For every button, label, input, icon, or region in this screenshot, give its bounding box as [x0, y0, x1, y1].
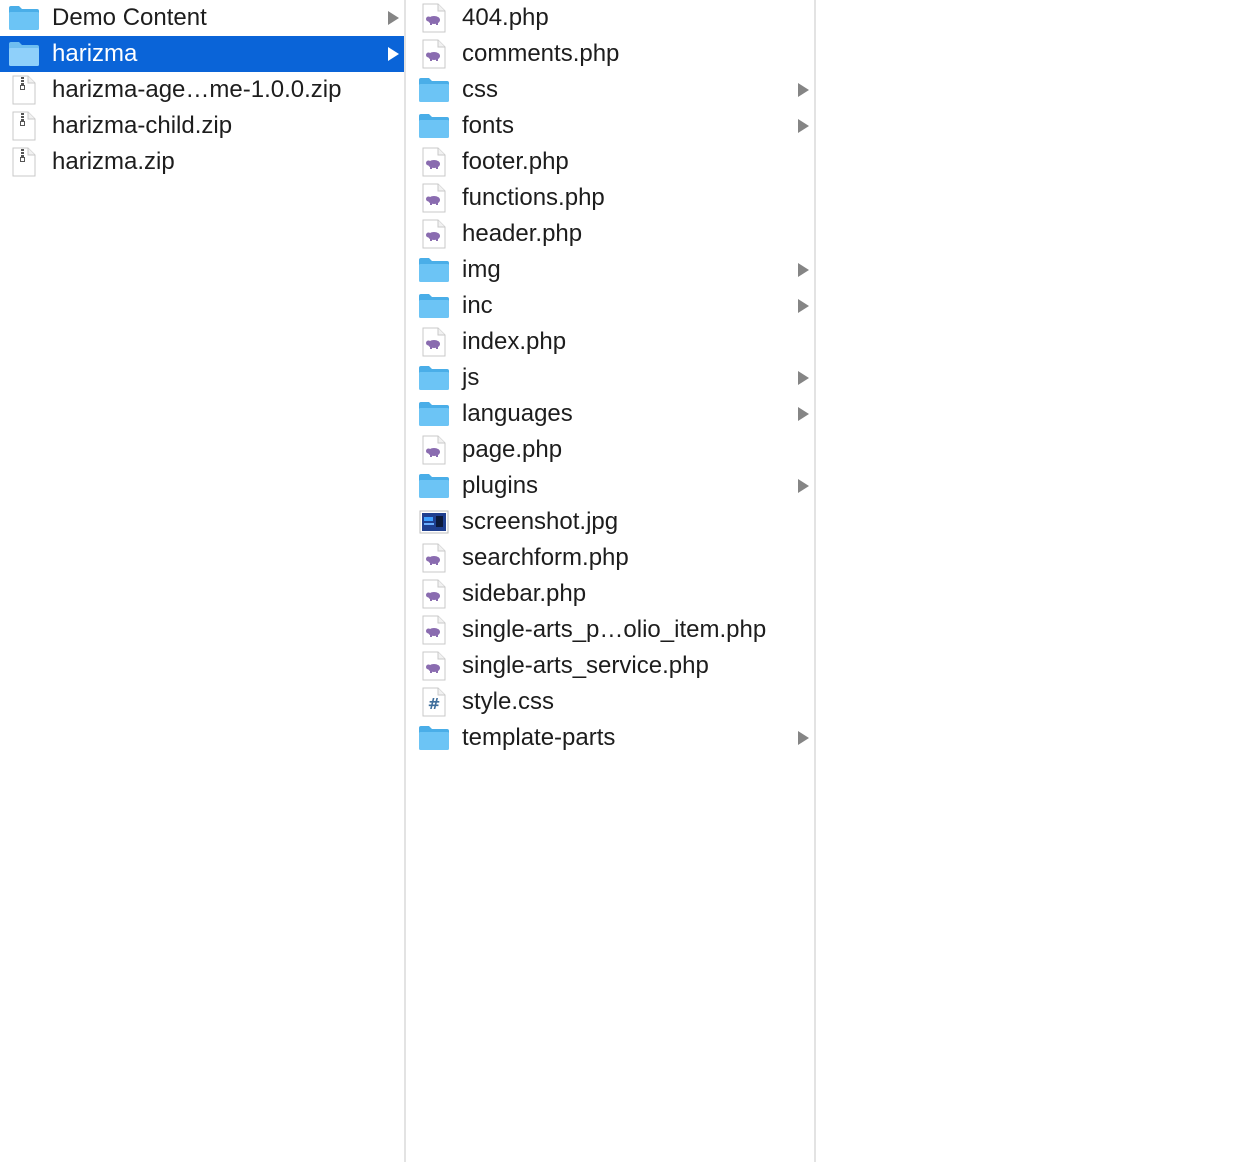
- item-label: Demo Content: [52, 4, 207, 31]
- list-item-footer-php[interactable]: footer.php: [406, 144, 814, 180]
- disclosure-arrow-icon[interactable]: [388, 11, 399, 25]
- folder-icon: [8, 39, 40, 69]
- item-label: template-parts: [462, 724, 616, 751]
- item-label: js: [462, 364, 480, 391]
- list-item-sidebar-php[interactable]: sidebar.php: [406, 576, 814, 612]
- item-label: single-arts_p…olio_item.php: [462, 616, 767, 643]
- disclosure-arrow-icon[interactable]: [798, 479, 809, 493]
- list-item-template-parts[interactable]: template-parts: [406, 720, 814, 756]
- item-label: 404.php: [462, 4, 549, 31]
- item-label: css: [462, 76, 498, 103]
- item-label: comments.php: [462, 40, 620, 67]
- disclosure-arrow-icon[interactable]: [388, 47, 399, 61]
- column-3: [816, 0, 1256, 1162]
- folder-icon: [418, 75, 450, 105]
- folder-icon: [418, 291, 450, 321]
- folder-icon: [418, 255, 450, 285]
- list-item-harizma-age-me-1-0-0-zip[interactable]: harizma-age…me-1.0.0.zip: [0, 72, 404, 108]
- php-file-icon: [418, 615, 450, 645]
- item-label: functions.php: [462, 184, 605, 211]
- list-item-harizma-zip[interactable]: harizma.zip: [0, 144, 404, 180]
- php-file-icon: [418, 579, 450, 609]
- list-item-functions-php[interactable]: functions.php: [406, 180, 814, 216]
- list-item-img[interactable]: img: [406, 252, 814, 288]
- list-item-fonts[interactable]: fonts: [406, 108, 814, 144]
- item-label: plugins: [462, 472, 539, 499]
- folder-icon: [418, 399, 450, 429]
- item-label: index.php: [462, 328, 567, 355]
- item-label: languages: [462, 400, 573, 427]
- list-item-page-php[interactable]: page.php: [406, 432, 814, 468]
- list-item-404-php[interactable]: 404.php: [406, 0, 814, 36]
- item-label: header.php: [462, 220, 583, 247]
- item-label: style.css: [462, 688, 555, 715]
- item-label: inc: [462, 292, 493, 319]
- item-label: footer.php: [462, 148, 569, 175]
- php-file-icon: [418, 435, 450, 465]
- list-item-screenshot-jpg[interactable]: screenshot.jpg: [406, 504, 814, 540]
- list-item-demo-content[interactable]: Demo Content: [0, 0, 404, 36]
- php-file-icon: [418, 183, 450, 213]
- item-label: harizma-child.zip: [52, 112, 233, 139]
- disclosure-arrow-icon[interactable]: [798, 299, 809, 313]
- disclosure-arrow-icon[interactable]: [798, 119, 809, 133]
- item-label: harizma.zip: [52, 148, 175, 175]
- php-file-icon: [418, 3, 450, 33]
- folder-icon: [418, 111, 450, 141]
- folder-icon: [418, 723, 450, 753]
- list-item-harizma-child-zip[interactable]: harizma-child.zip: [0, 108, 404, 144]
- item-label: harizma: [52, 40, 138, 67]
- item-label: single-arts_service.php: [462, 652, 709, 679]
- zip-file-icon: [8, 147, 40, 177]
- item-label: screenshot.jpg: [462, 508, 619, 535]
- item-label: img: [462, 256, 501, 283]
- disclosure-arrow-icon[interactable]: [798, 83, 809, 97]
- php-file-icon: [418, 543, 450, 573]
- list-item-js[interactable]: js: [406, 360, 814, 396]
- php-file-icon: [418, 651, 450, 681]
- item-label: page.php: [462, 436, 563, 463]
- zip-file-icon: [8, 75, 40, 105]
- php-file-icon: [418, 39, 450, 69]
- css-file-icon: #: [418, 687, 450, 717]
- disclosure-arrow-icon[interactable]: [798, 371, 809, 385]
- finder-column-browser: Demo Content harizma harizma-age…me-1.0.…: [0, 0, 1256, 1162]
- column-1[interactable]: Demo Content harizma harizma-age…me-1.0.…: [0, 0, 404, 1162]
- zip-file-icon: [8, 111, 40, 141]
- svg-text:#: #: [428, 695, 441, 713]
- disclosure-arrow-icon[interactable]: [798, 407, 809, 421]
- list-item-style-css[interactable]: # style.css: [406, 684, 814, 720]
- item-label: sidebar.php: [462, 580, 587, 607]
- php-file-icon: [418, 219, 450, 249]
- php-file-icon: [418, 147, 450, 177]
- list-item-searchform-php[interactable]: searchform.php: [406, 540, 814, 576]
- list-item-inc[interactable]: inc: [406, 288, 814, 324]
- disclosure-arrow-icon[interactable]: [798, 731, 809, 745]
- disclosure-arrow-icon[interactable]: [798, 263, 809, 277]
- list-item-index-php[interactable]: index.php: [406, 324, 814, 360]
- item-label: searchform.php: [462, 544, 629, 571]
- folder-icon: [418, 471, 450, 501]
- list-item-comments-php[interactable]: comments.php: [406, 36, 814, 72]
- image-file-icon: [418, 507, 450, 537]
- item-label: harizma-age…me-1.0.0.zip: [52, 76, 342, 103]
- folder-icon: [418, 363, 450, 393]
- list-item-header-php[interactable]: header.php: [406, 216, 814, 252]
- list-item-css[interactable]: css: [406, 72, 814, 108]
- item-label: fonts: [462, 112, 515, 139]
- folder-icon: [8, 3, 40, 33]
- php-file-icon: [418, 327, 450, 357]
- column-2[interactable]: 404.php comments.php css fonts footer.ph…: [406, 0, 814, 1162]
- list-item-single-arts-service-php[interactable]: single-arts_service.php: [406, 648, 814, 684]
- list-item-languages[interactable]: languages: [406, 396, 814, 432]
- list-item-harizma[interactable]: harizma: [0, 36, 404, 72]
- list-item-single-arts-p-olio-item-php[interactable]: single-arts_p…olio_item.php: [406, 612, 814, 648]
- list-item-plugins[interactable]: plugins: [406, 468, 814, 504]
